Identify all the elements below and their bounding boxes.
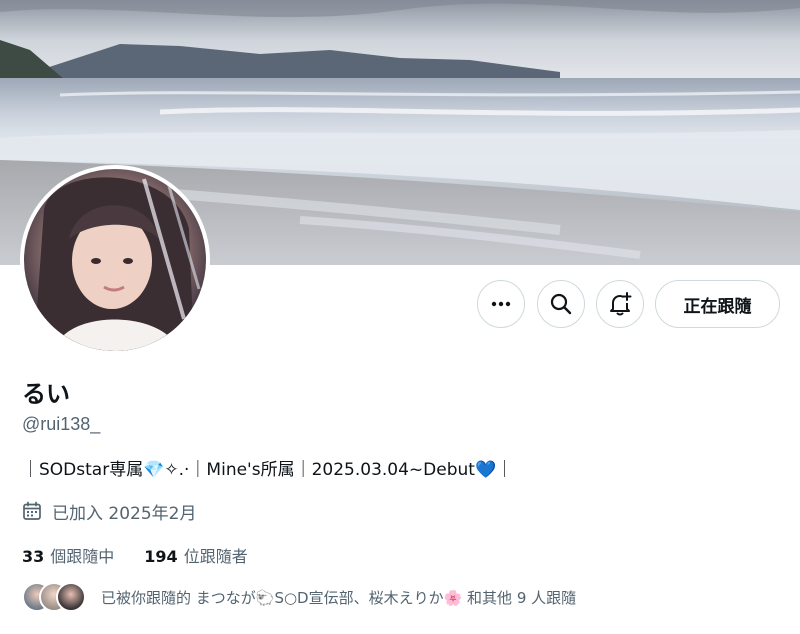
follow-stats: 33 個跟隨中 194 位跟隨者 bbox=[22, 543, 278, 567]
avatar-photo bbox=[34, 169, 201, 351]
following-button[interactable]: 正在跟隨 bbox=[655, 280, 780, 328]
search-icon bbox=[550, 293, 572, 315]
bio-text-1: ｜SODstar専属 bbox=[22, 460, 144, 480]
profile-bio: ｜SODstar専属💎✧.·｜Mine's所属｜2025.03.04~Debut… bbox=[22, 455, 513, 480]
notifications-button[interactable] bbox=[596, 280, 644, 328]
followers-link[interactable]: 194 位跟隨者 bbox=[144, 543, 247, 567]
search-profile-button[interactable] bbox=[537, 280, 585, 328]
user-handle: @rui138_ bbox=[22, 414, 101, 434]
bell-plus-icon bbox=[610, 292, 632, 316]
followers-label: 位跟隨者 bbox=[183, 547, 248, 566]
following-label: 個跟隨中 bbox=[50, 547, 115, 566]
more-options-button[interactable] bbox=[477, 280, 525, 328]
followed-by-text: 已被你跟隨的 まつなが🐑S○D宣伝部、桜木えりか🌸 和其他 9 人跟隨 bbox=[101, 588, 577, 607]
avatar bbox=[56, 582, 86, 612]
display-name: るい bbox=[22, 380, 70, 408]
bio-text-3: ｜ bbox=[496, 460, 514, 480]
followers-you-know[interactable]: 已被你跟隨的 まつなが🐑S○D宣伝部、桜木えりか🌸 和其他 9 人跟隨 bbox=[22, 582, 576, 612]
gem-emoji: 💎 bbox=[143, 460, 165, 480]
bio-text-2: ✧.·｜Mine's所属｜2025.03.04~Debut bbox=[164, 460, 475, 480]
followers-count: 194 bbox=[144, 547, 178, 566]
more-dots-icon bbox=[491, 301, 511, 307]
profile-avatar[interactable] bbox=[20, 165, 210, 355]
calendar-icon bbox=[23, 501, 41, 520]
joined-date: 已加入 2025年2月 bbox=[22, 498, 196, 524]
blue-heart-emoji: 💙 bbox=[474, 460, 497, 480]
following-count: 33 bbox=[22, 547, 45, 566]
following-link[interactable]: 33 個跟隨中 bbox=[22, 543, 114, 567]
mutual-avatars bbox=[22, 582, 86, 612]
joined-date-text: 已加入 2025年2月 bbox=[52, 503, 197, 524]
